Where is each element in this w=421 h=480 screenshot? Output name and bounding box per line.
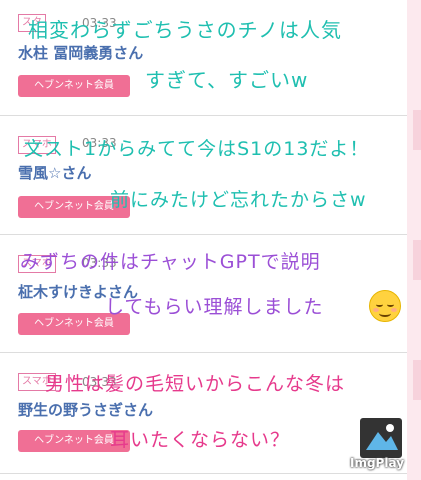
overlay-comment-line: 前にみたけど忘れたからさw [110, 189, 367, 211]
overlay-comment-line: みずちの件はチャットGPTで説明 [20, 251, 321, 273]
username-link[interactable]: 野生の野うさぎさん [18, 399, 153, 420]
smiling-face-icon [369, 290, 401, 322]
overlay-comment-line: 相変わらずごちうさのチノは人気 [28, 18, 342, 42]
imgplay-watermark: ImgPlay [350, 418, 414, 474]
right-scroll-strip [407, 0, 421, 480]
overlay-comment-line: してもらい理解しました [105, 296, 324, 318]
strip-segment [413, 240, 421, 280]
strip-segment [413, 360, 421, 400]
overlay-comment-line: 男性は髪の毛短いからこんな冬は [45, 373, 346, 395]
username-link[interactable]: 水柱 冨岡義勇さん [18, 42, 143, 63]
username-link[interactable]: 雪風☆さん [18, 162, 91, 183]
overlay-comment-line: すぎて、すごいw [145, 68, 309, 92]
screen: スタ 03:33 水柱 冨岡義勇さん ヘブンネット会員 スマホ 03:33 雪風… [0, 0, 421, 480]
imgplay-logo-icon [360, 418, 402, 458]
member-badge-button[interactable]: ヘブンネット会員 [18, 75, 130, 97]
overlay-comment-line: 耳いたくならない？ [110, 429, 291, 451]
watermark-text: ImgPlay [350, 456, 405, 470]
overlay-comment-line: 文スト1からみてて今はS1の13だよ！ [24, 138, 370, 160]
strip-segment [413, 110, 421, 150]
